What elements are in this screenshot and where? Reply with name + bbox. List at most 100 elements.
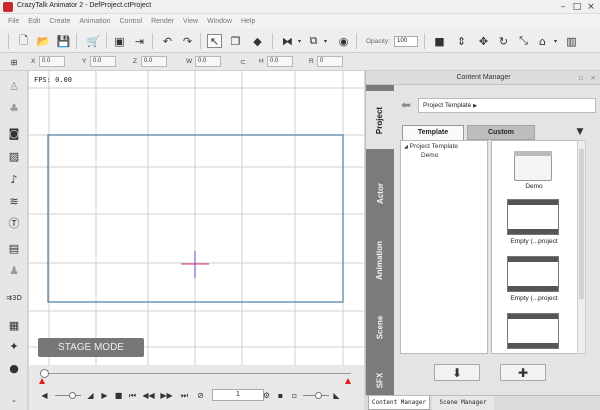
chevron-down-icon[interactable]: ⌄ — [7, 393, 21, 407]
puppet-icon[interactable]: ♟ — [7, 263, 21, 277]
script-icon[interactable]: ▦ — [7, 318, 21, 332]
scrollbar-thumb[interactable] — [579, 149, 584, 299]
loop-icon[interactable]: ⊘ — [195, 390, 206, 401]
face-portrait-icon[interactable]: ◙ — [7, 126, 21, 140]
move-all-icon[interactable]: ✥ — [476, 34, 491, 48]
menu-help[interactable]: Help — [241, 18, 255, 25]
image-icon[interactable]: ▨ — [7, 149, 21, 163]
current-frame-field[interactable]: 1 — [212, 389, 264, 401]
volume-slider[interactable] — [55, 395, 81, 396]
new-file-icon[interactable]: 🗋 — [16, 34, 31, 48]
camera-icon[interactable]: ■ — [432, 34, 447, 48]
tab-sfx[interactable]: SFX — [366, 363, 394, 397]
play-icon[interactable]: ▶ — [99, 390, 110, 401]
tab-custom[interactable]: Custom — [467, 125, 535, 140]
float-panel-icon[interactable]: ▫ — [576, 73, 586, 83]
actor-figure-icon[interactable]: ♙ — [7, 79, 21, 93]
lock-ratio-icon[interactable]: ⊂ — [239, 57, 247, 67]
3d-icon[interactable]: ⇉3D — [6, 291, 22, 305]
move-vertical-icon[interactable]: ⇕ — [454, 34, 469, 48]
menu-view[interactable]: View — [183, 18, 198, 25]
close-panel-icon[interactable]: × — [588, 73, 598, 83]
next-key-icon[interactable]: ▶▶ — [160, 390, 172, 401]
text-bubble-icon[interactable]: Ⓣ — [7, 216, 21, 230]
copy-icon[interactable]: ❐ — [228, 34, 243, 48]
range-end-marker[interactable] — [345, 378, 351, 384]
add-plus-button[interactable]: ✚ — [500, 364, 546, 381]
back-arrow-icon[interactable]: ⬅ — [399, 98, 413, 112]
template-thumbnail[interactable] — [507, 199, 559, 235]
menu-render[interactable]: Render — [151, 18, 174, 25]
h-field[interactable]: 0.0 — [267, 56, 293, 67]
x-field[interactable]: 0.0 — [39, 56, 65, 67]
first-frame-icon[interactable]: ⏮ — [127, 390, 138, 401]
select-arrow-icon[interactable]: ↖ — [207, 34, 222, 48]
visibility-eye-icon[interactable]: ◉ — [336, 34, 351, 48]
redo-icon[interactable]: ↷ — [180, 34, 195, 48]
fit-view-icon[interactable]: ◣ — [331, 390, 342, 401]
last-frame-icon[interactable]: ⏭ — [179, 390, 190, 401]
tab-scene[interactable]: Scene — [366, 300, 394, 355]
chevron-down-icon[interactable]: ▼ — [574, 126, 586, 138]
template-thumbnail[interactable] — [507, 256, 559, 292]
volume-icon[interactable]: ◢ — [85, 390, 96, 401]
grid-snap-icon[interactable]: ⊞ — [8, 56, 20, 68]
y-field[interactable]: 0.0 — [90, 56, 116, 67]
menu-window[interactable]: Window — [207, 18, 232, 25]
zoom-knob[interactable] — [315, 392, 322, 399]
settings-gear-icon[interactable]: ⚙ — [261, 390, 272, 401]
menu-animation[interactable]: Animation — [79, 18, 110, 25]
open-folder-icon[interactable]: 📂 — [36, 34, 51, 48]
timeline-scrubber[interactable] — [40, 369, 49, 378]
path-breadcrumb[interactable]: Project Template ▶ — [418, 98, 596, 113]
template-thumbnail[interactable] — [507, 313, 559, 349]
shop-cart-icon[interactable]: 🛒 — [86, 34, 101, 48]
effects-icon[interactable]: ✦ — [7, 339, 21, 353]
menu-control[interactable]: Control — [120, 18, 143, 25]
stage-viewport[interactable]: FPS: 0.00 STAGE MODE — [29, 71, 364, 365]
tab-template[interactable]: Template — [402, 125, 464, 140]
chevron-down-icon[interactable]: ▾ — [548, 34, 563, 48]
tab-animation[interactable]: Animation — [366, 225, 394, 295]
tab-scene-manager[interactable]: Scene Manager — [432, 396, 494, 410]
panel-layout-icon[interactable]: ▥ — [564, 34, 579, 48]
timeline-track[interactable] — [41, 373, 351, 374]
chevron-down-icon[interactable]: ▾ — [292, 34, 307, 48]
download-arrow-button[interactable]: ⬇ — [434, 364, 480, 381]
undo-icon[interactable]: ↶ — [160, 34, 175, 48]
render-icon[interactable]: ● — [7, 361, 21, 375]
w-field[interactable]: 0.0 — [195, 56, 221, 67]
tree-root[interactable]: ◢ Project Template — [404, 143, 458, 150]
tree-item-demo[interactable]: Demo — [421, 152, 438, 159]
erase-icon[interactable]: ◆ — [250, 34, 265, 48]
content-scrollbar[interactable] — [577, 140, 586, 354]
music-note-icon[interactable]: ♪ — [7, 172, 21, 186]
tab-project[interactable]: Project — [366, 91, 394, 149]
export-icon[interactable]: ⇥ — [132, 34, 147, 48]
menu-edit[interactable]: Edit — [28, 18, 40, 25]
folder-icon[interactable] — [514, 151, 552, 181]
audio-wave-icon[interactable]: ≋ — [7, 194, 21, 208]
chevron-down-icon[interactable]: ▾ — [318, 34, 333, 48]
tab-content-manager[interactable]: Content Manager — [368, 396, 430, 410]
prop-tree-icon[interactable]: ♣ — [7, 101, 21, 115]
audio-speaker-icon[interactable]: ◀ — [39, 390, 50, 401]
r-field[interactable]: 0 — [317, 56, 343, 67]
layer-icon[interactable]: ▤ — [7, 241, 21, 255]
zoom-icon[interactable]: ⤡ — [516, 34, 531, 48]
save-icon[interactable]: 💾 — [56, 34, 71, 48]
rotate-icon[interactable]: ↻ — [496, 34, 511, 48]
menu-file[interactable]: File — [8, 18, 19, 25]
opacity-select[interactable]: 100 — [394, 36, 418, 47]
minimize-icon[interactable]: – — [557, 1, 569, 12]
tree-expand-icon[interactable]: ◢ — [404, 144, 408, 150]
stop-icon[interactable]: ■ — [113, 390, 124, 401]
range-start-marker[interactable] — [39, 378, 45, 384]
maximize-icon[interactable]: □ — [571, 1, 583, 12]
preview-icon[interactable]: ▣ — [112, 34, 127, 48]
volume-knob[interactable] — [69, 392, 76, 399]
tab-actor[interactable]: Actor — [366, 165, 394, 221]
z-field[interactable]: 0.0 — [141, 56, 167, 67]
prev-key-icon[interactable]: ◀◀ — [142, 390, 154, 401]
zoom-icon[interactable]: ▫ — [289, 390, 300, 401]
